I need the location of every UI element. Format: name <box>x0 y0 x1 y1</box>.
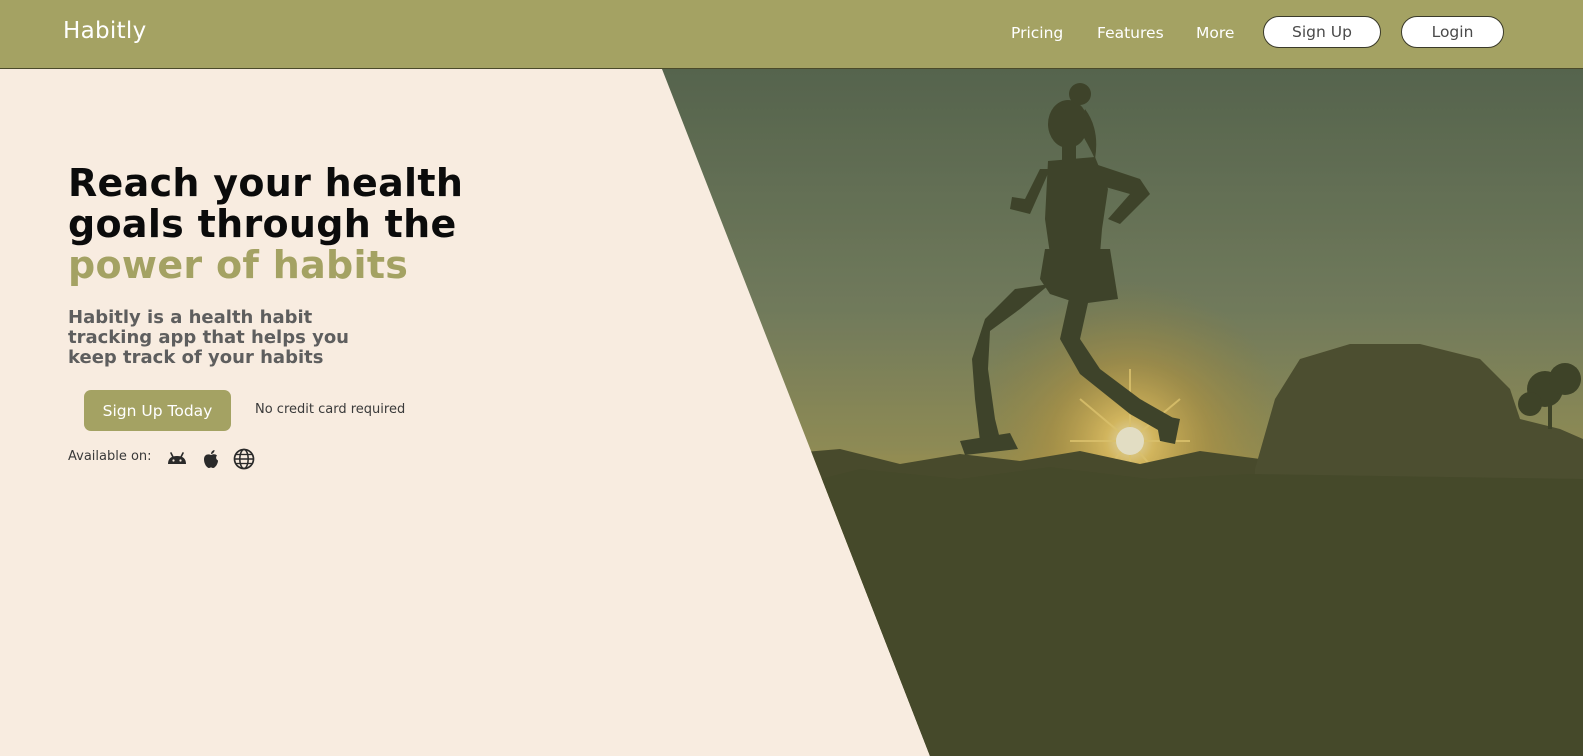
hero-subtext-line-1: Habitly is a health habit <box>68 307 313 328</box>
globe-icon[interactable] <box>232 447 256 471</box>
available-on-label: Available on: <box>68 449 152 464</box>
apple-icon[interactable] <box>199 447 223 471</box>
hero-headline: Reach your health goals through the powe… <box>68 163 528 286</box>
login-button[interactable]: Login <box>1401 16 1504 48</box>
nav-link-more[interactable]: More <box>1196 24 1234 42</box>
nav-link-features[interactable]: Features <box>1097 24 1164 42</box>
brand-logo[interactable]: Habitly <box>63 18 147 44</box>
sign-up-today-button[interactable]: Sign Up Today <box>84 390 231 431</box>
hero-subtext-line-2: tracking app that helps you <box>68 327 349 348</box>
hero-subtext: Habitly is a health habit tracking app t… <box>68 308 368 368</box>
hero-headline-line-2: goals through the <box>68 202 457 246</box>
hero-headline-accent: power of habits <box>68 243 409 287</box>
landing-page: Habitly Pricing Features More Sign Up Lo… <box>0 0 1583 756</box>
no-credit-card-note: No credit card required <box>255 402 406 417</box>
nav-link-pricing[interactable]: Pricing <box>1011 24 1063 42</box>
hero-headline-line-1: Reach your health <box>68 161 464 205</box>
top-navbar: Habitly Pricing Features More Sign Up Lo… <box>0 0 1583 69</box>
signup-button[interactable]: Sign Up <box>1263 16 1381 48</box>
android-icon[interactable] <box>165 447 189 471</box>
hero-subtext-line-3: keep track of your habits <box>68 347 324 368</box>
